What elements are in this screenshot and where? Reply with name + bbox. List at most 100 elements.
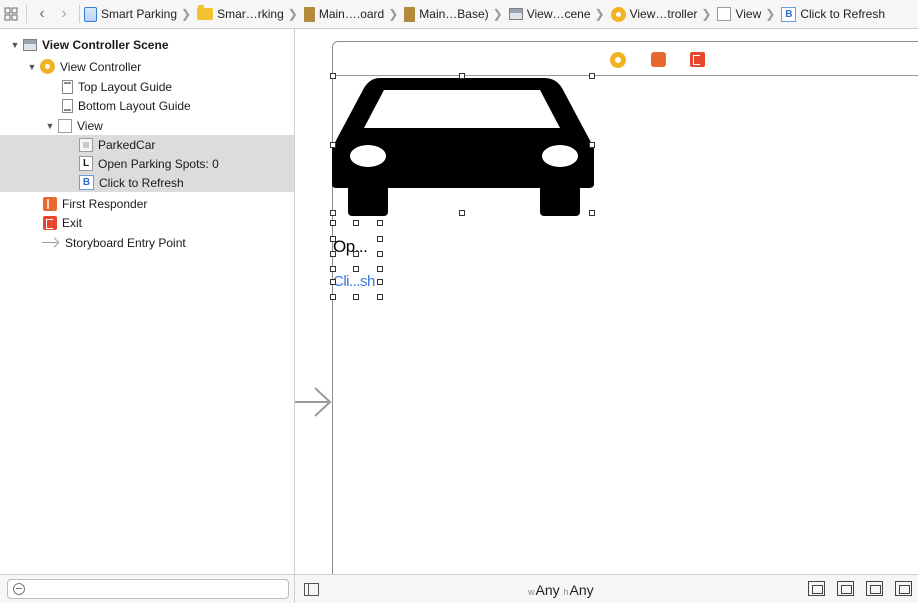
breadcrumb-view[interactable]: View ❯ <box>717 7 779 21</box>
jump-bar: ‹ › Smart Parking ❯ Smar…rking ❯ Main….o… <box>0 0 918 29</box>
resize-handle[interactable] <box>377 294 383 300</box>
resize-handle[interactable] <box>377 251 383 257</box>
parked-car-image[interactable] <box>332 76 596 218</box>
back-chevron-icon[interactable]: ‹ <box>31 3 53 25</box>
resize-handle[interactable] <box>330 236 336 242</box>
resize-handle[interactable] <box>377 236 383 242</box>
breadcrumb-project[interactable]: Smart Parking ❯ <box>84 6 195 22</box>
breadcrumb-storyboard[interactable]: Main….oard ❯ <box>303 6 402 22</box>
outline-filter-bar <box>0 574 295 603</box>
resize-handle[interactable] <box>377 279 383 285</box>
outline-label: ParkedCar <box>98 137 156 152</box>
document-outline: ▼ View Controller Scene ▼ View Controlle… <box>0 29 295 574</box>
image-view-icon <box>79 137 93 152</box>
breadcrumb-storyboard-base[interactable]: Main…Base) ❯ <box>404 6 506 22</box>
resize-handle[interactable] <box>330 142 336 148</box>
resolve-issues-icon[interactable] <box>895 581 912 596</box>
resize-handle[interactable] <box>589 73 595 79</box>
breadcrumb-label: Smar…rking <box>217 7 284 21</box>
breadcrumb-chevron-icon: ❯ <box>765 7 776 21</box>
outline-item-entry-point[interactable]: Storyboard Entry Point <box>0 233 294 252</box>
resize-handle[interactable] <box>330 279 336 285</box>
disclosure-triangle-icon[interactable]: ▼ <box>10 40 20 50</box>
scene-icon <box>23 38 37 51</box>
outline-label: Exit <box>62 215 83 230</box>
layout-guide-icon <box>62 98 73 113</box>
outline-item-first-responder[interactable]: First Responder <box>0 194 294 213</box>
size-class-height-prefix: h <box>563 587 569 597</box>
exit-icon[interactable] <box>690 52 705 67</box>
resize-handle[interactable] <box>589 142 595 148</box>
resize-handle[interactable] <box>330 251 336 257</box>
view-controller-scene[interactable]: Op... Cli...sh <box>330 41 918 574</box>
forward-chevron-icon[interactable]: › <box>53 3 75 25</box>
outline-label: Bottom Layout Guide <box>78 98 191 113</box>
resize-handle[interactable] <box>459 73 465 79</box>
outline-item-bottom-layout-guide[interactable]: Bottom Layout Guide <box>0 96 294 115</box>
canvas-bottom-bar: wAny hAny <box>295 574 918 603</box>
outline-item-click-refresh[interactable]: B Click to Refresh <box>0 173 294 192</box>
button-icon: B <box>781 6 797 22</box>
disclosure-triangle-icon[interactable]: ▼ <box>45 121 55 131</box>
view-icon <box>717 7 732 21</box>
separator <box>79 5 80 23</box>
resize-handle[interactable] <box>330 266 336 272</box>
button-icon: B <box>79 175 94 190</box>
related-items-icon[interactable] <box>0 3 22 25</box>
size-class-width: Any <box>535 582 560 598</box>
outline-item-parked-car[interactable]: ParkedCar <box>0 135 294 154</box>
exit-icon <box>43 215 57 230</box>
resize-handle[interactable] <box>377 220 383 226</box>
stack-icon[interactable] <box>808 581 825 596</box>
resize-handle[interactable] <box>353 220 359 226</box>
outline-filter-field[interactable] <box>7 579 289 599</box>
resize-handle[interactable] <box>589 210 595 216</box>
breadcrumb-chevron-icon: ❯ <box>181 7 192 21</box>
pin-icon[interactable] <box>866 581 883 596</box>
resize-handle[interactable] <box>330 220 336 226</box>
outline-item-open-spots-label[interactable]: L Open Parking Spots: 0 <box>0 154 294 173</box>
resize-handle[interactable] <box>353 294 359 300</box>
resize-handle[interactable] <box>330 294 336 300</box>
outline-label: Top Layout Guide <box>78 79 173 94</box>
resize-handle[interactable] <box>330 73 336 79</box>
filter-icon <box>13 583 25 595</box>
breadcrumb-label: Main…Base) <box>419 7 489 21</box>
outline-label: Click to Refresh <box>99 175 184 190</box>
outline-item-scene[interactable]: ▼ View Controller Scene <box>0 35 294 54</box>
breadcrumb-chevron-icon: ❯ <box>594 7 605 21</box>
first-responder-icon[interactable] <box>651 52 666 67</box>
breadcrumb-chevron-icon: ❯ <box>701 7 712 21</box>
outline-label: View Controller Scene <box>42 37 169 52</box>
resize-handle[interactable] <box>377 266 383 272</box>
outline-item-exit[interactable]: Exit <box>0 213 294 232</box>
size-class-control[interactable]: wAny hAny <box>528 582 594 598</box>
resize-handle[interactable] <box>353 251 359 257</box>
breadcrumb-view-controller[interactable]: View…troller ❯ <box>610 6 716 22</box>
resize-handle[interactable] <box>353 266 359 272</box>
align-icon[interactable] <box>837 581 854 596</box>
open-spots-label[interactable]: Op... <box>333 237 368 257</box>
breadcrumb-label: Smart Parking <box>101 7 178 21</box>
view-controller-icon[interactable] <box>610 52 626 68</box>
view-icon <box>58 118 72 133</box>
folder-icon <box>197 5 214 20</box>
breadcrumb-label: Main….oard <box>318 7 385 21</box>
breadcrumb-chevron-icon: ❯ <box>492 7 503 21</box>
toggle-outline-icon[interactable] <box>304 583 319 596</box>
disclosure-triangle-icon[interactable]: ▼ <box>27 62 37 72</box>
view-controller-icon <box>40 59 55 74</box>
resize-handle[interactable] <box>330 210 336 216</box>
separator <box>26 5 27 23</box>
breadcrumb-button[interactable]: B Click to Refresh <box>781 6 885 22</box>
breadcrumb-folder[interactable]: Smar…rking ❯ <box>197 5 302 21</box>
storyboard-entry-arrow-icon[interactable] <box>295 384 335 424</box>
storyboard-canvas[interactable]: Op... Cli...sh <box>295 29 918 574</box>
resize-handle[interactable] <box>459 210 465 216</box>
outline-item-top-layout-guide[interactable]: Top Layout Guide <box>0 77 294 96</box>
click-to-refresh-button[interactable]: Cli...sh <box>333 273 375 290</box>
breadcrumb-scene[interactable]: View…cene ❯ <box>508 7 609 21</box>
outline-item-view-controller[interactable]: ▼ View Controller <box>0 57 294 76</box>
outline-item-view[interactable]: ▼ View <box>0 116 294 135</box>
outline-label: First Responder <box>62 196 148 211</box>
